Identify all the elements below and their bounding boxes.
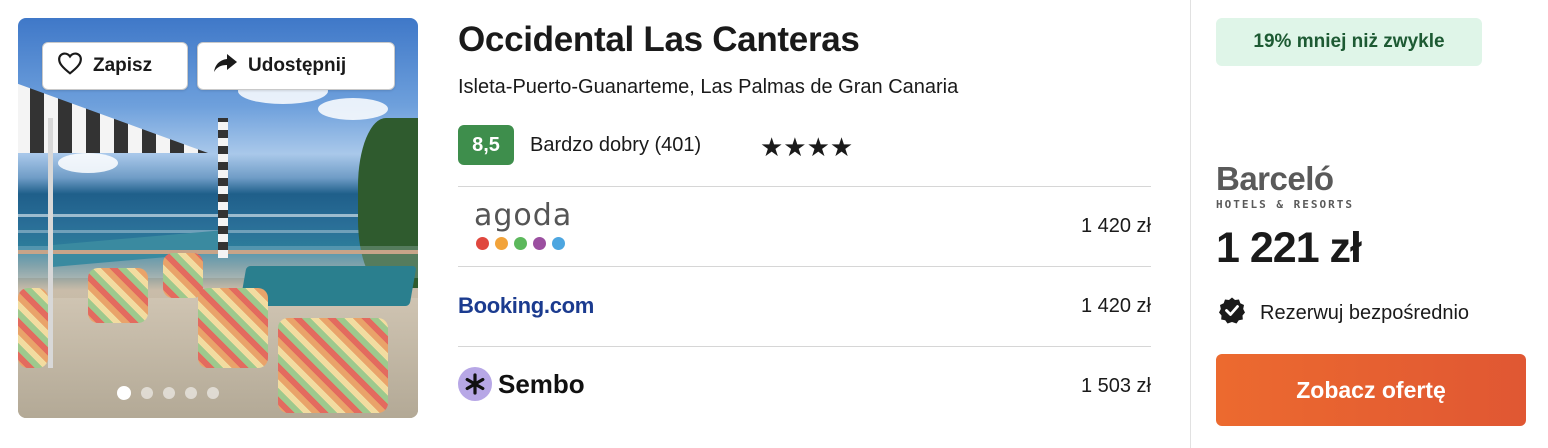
carousel-dot[interactable] xyxy=(163,387,175,399)
view-offer-button[interactable]: Zobacz ofertę xyxy=(1216,354,1526,426)
sembo-wordmark: Sembo xyxy=(498,368,585,399)
offers-list: agoda 1 420 zł Booking.com 1 420 zł Semb… xyxy=(458,186,1151,426)
column-divider xyxy=(1190,0,1191,448)
carousel-dot[interactable] xyxy=(185,387,197,399)
rating-text: Bardzo dobry (401) xyxy=(530,134,702,156)
carousel-dot[interactable] xyxy=(207,387,219,399)
share-arrow-icon xyxy=(212,52,238,80)
sembo-logo: Sembo xyxy=(458,367,585,401)
carousel-dot[interactable] xyxy=(141,387,153,399)
offer-row-sembo[interactable]: Sembo 1 503 zł xyxy=(458,346,1151,426)
offer-price: 1 420 zł xyxy=(1080,215,1151,237)
offer-row-booking[interactable]: Booking.com 1 420 zł xyxy=(458,266,1151,346)
verified-badge-icon xyxy=(1218,296,1246,330)
featured-price: 1 221 zł xyxy=(1216,224,1362,272)
rating-score-badge: 8,5 xyxy=(458,125,514,165)
brand-name: Barceló xyxy=(1216,160,1334,197)
star-rating: ★★★★ xyxy=(760,132,854,162)
share-button[interactable]: Udostępnij xyxy=(197,42,395,90)
hotel-name[interactable]: Occidental Las Canteras xyxy=(458,20,860,60)
booking-logo: Booking.com xyxy=(458,293,595,318)
carousel-dot[interactable] xyxy=(117,386,131,400)
barcelo-logo: Barceló HOTELS & RESORTS xyxy=(1216,162,1354,211)
heart-icon xyxy=(57,51,83,81)
offer-row-agoda[interactable]: agoda 1 420 zł xyxy=(458,186,1151,266)
agoda-logo: agoda xyxy=(474,201,572,250)
direct-booking-note: Rezerwuj bezpośrednio xyxy=(1218,296,1469,330)
offer-price: 1 503 zł xyxy=(1080,375,1151,397)
save-label: Zapisz xyxy=(93,55,153,76)
agoda-dots-icon xyxy=(476,237,572,250)
share-label: Udostępnij xyxy=(248,55,347,76)
agoda-wordmark: agoda xyxy=(474,198,573,233)
brand-subtitle: HOTELS & RESORTS xyxy=(1216,198,1354,211)
discount-badge: 19% mniej niż zwykle xyxy=(1216,18,1482,66)
save-button[interactable]: Zapisz xyxy=(42,42,188,90)
carousel-dots xyxy=(18,386,418,400)
hotel-location: Isleta-Puerto-Guanarteme, Las Palmas de … xyxy=(458,76,959,98)
direct-booking-label: Rezerwuj bezpośrednio xyxy=(1260,301,1470,324)
sembo-asterisk-icon xyxy=(458,367,492,401)
hotel-photo[interactable]: Zapisz Udostępnij xyxy=(18,18,418,418)
offer-price: 1 420 zł xyxy=(1080,295,1151,317)
